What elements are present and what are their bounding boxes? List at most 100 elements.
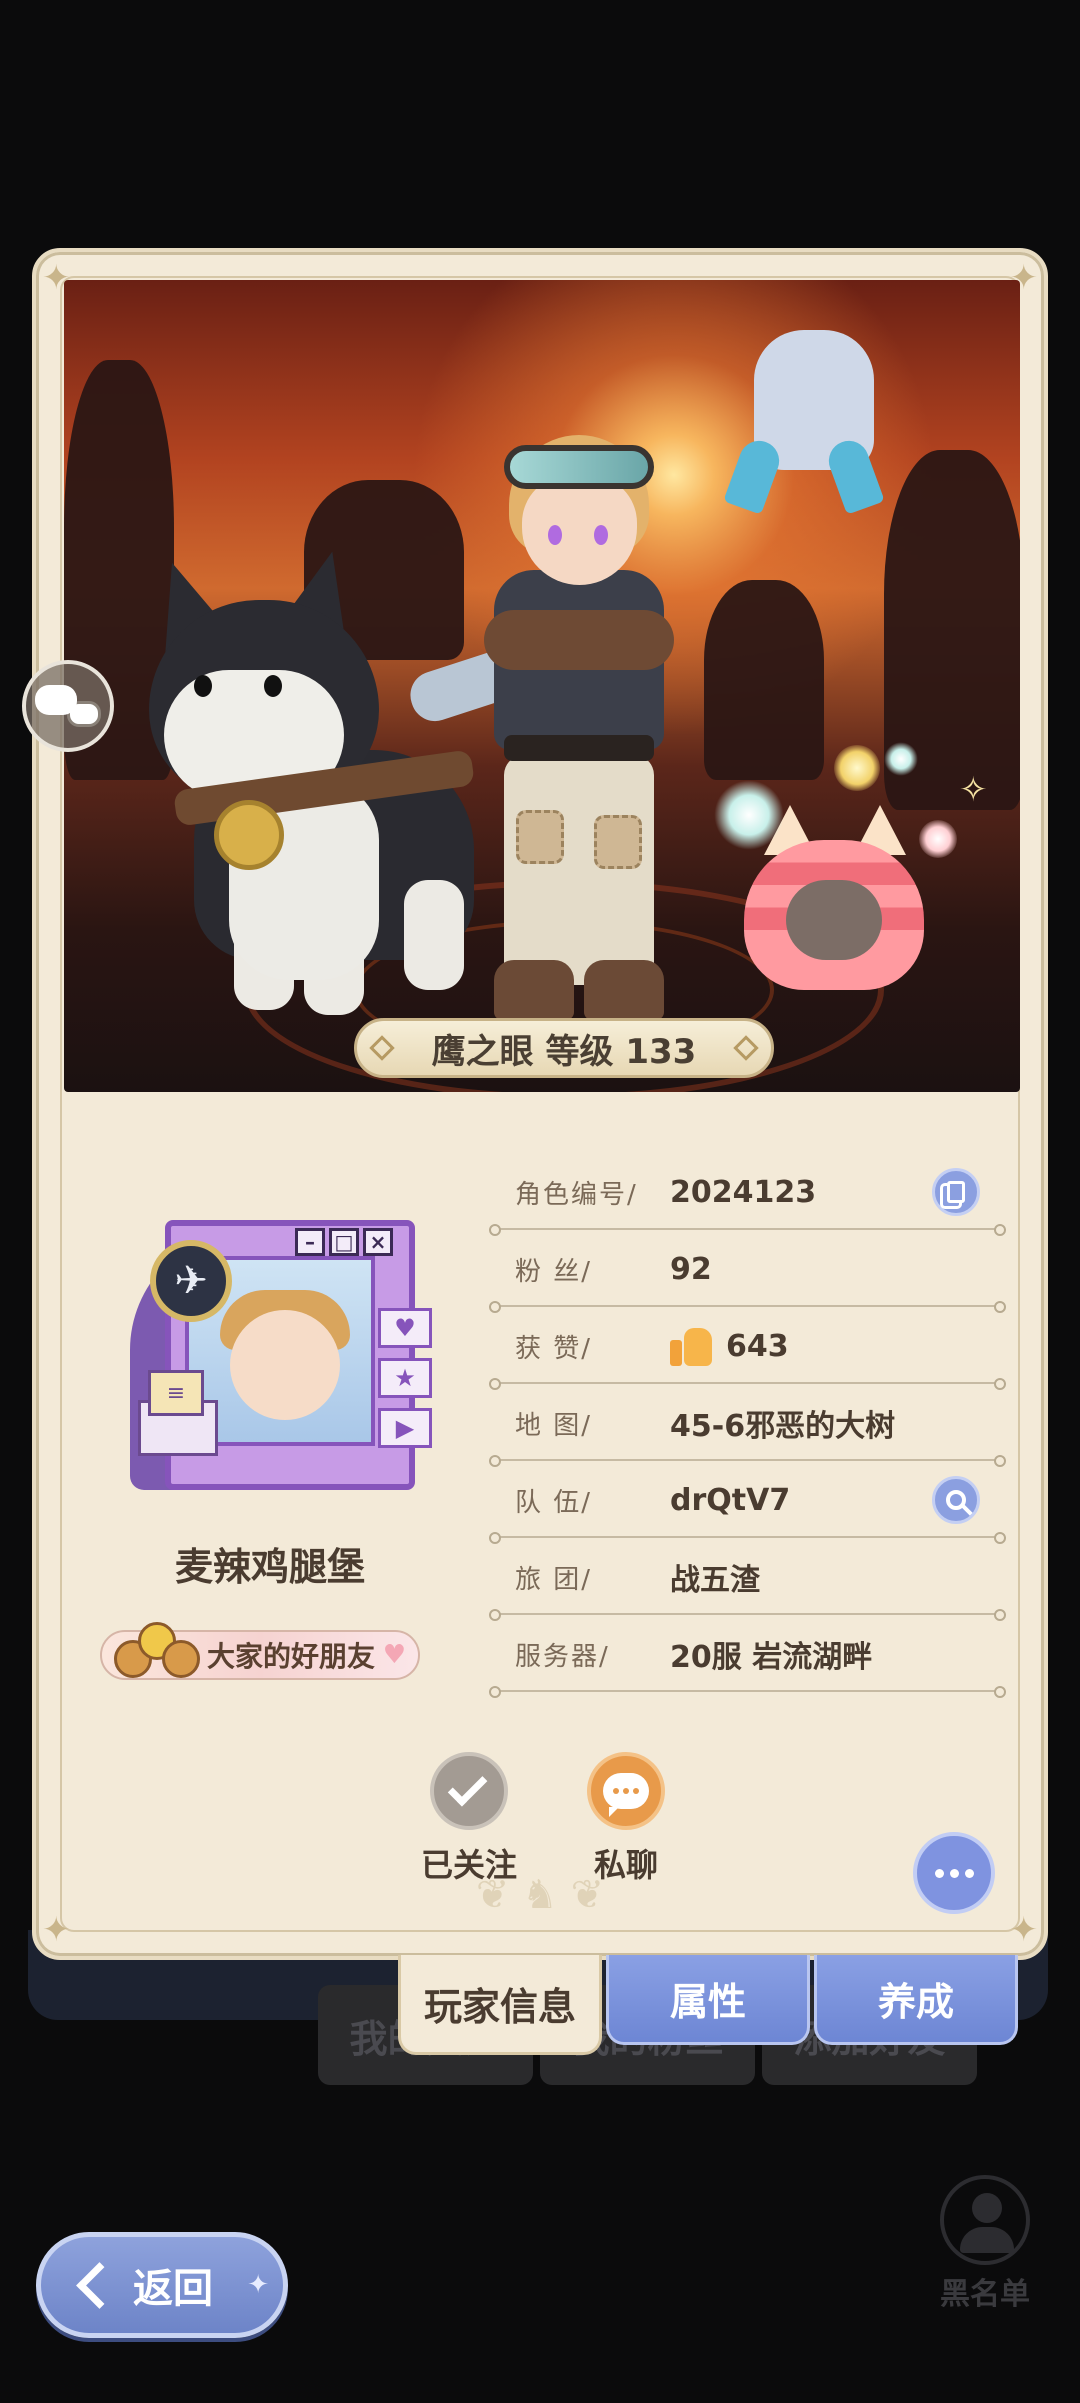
tab-attributes[interactable]: 属性 <box>606 1955 810 2045</box>
divider <box>489 1609 1006 1621</box>
chat-icon <box>603 1773 649 1817</box>
mech-claw <box>823 435 885 515</box>
cat-face <box>786 880 882 960</box>
map-value: 45-6邪恶的大树 <box>670 1409 896 1444</box>
likes-count: 643 <box>726 1328 789 1364</box>
maximize-icon: □ <box>329 1228 359 1256</box>
dot <box>934 1868 944 1878</box>
check-icon-circle <box>430 1752 508 1830</box>
info-row-guild: 旅 团/ 战五渣 <box>489 1539 1006 1621</box>
player-profile-card: ✦ ✦ ✦ ✦ ✧ 鹰之眼 等级 133 <box>32 248 1048 1960</box>
fans-value: 92 <box>670 1251 712 1287</box>
back-arrow-icon <box>71 2263 115 2307</box>
character-eye <box>594 525 608 545</box>
guild-value: 战五渣 <box>670 1563 760 1598</box>
check-icon <box>447 1766 488 1807</box>
title-level-plate: 鹰之眼 等级 133 <box>354 1018 774 1078</box>
follow-button[interactable]: 已关注 <box>409 1752 529 1886</box>
diamond-ornament-icon <box>733 1035 759 1061</box>
character-legs <box>504 755 654 985</box>
info-row-role-id: 角色编号/ 2024123 <box>489 1154 1006 1236</box>
info-row-fans: 粉 丝/ 92 <box>489 1231 1006 1313</box>
info-row-likes: 获 赞/ 643 <box>489 1308 1006 1390</box>
cat-ornament-icon: ❦ ♞ ❦ <box>475 1872 605 1918</box>
minimize-icon: – <box>295 1228 325 1256</box>
divider <box>489 1686 1006 1698</box>
close-icon: × <box>363 1228 393 1256</box>
blacklist-label: 黑名单 <box>940 2277 1030 2312</box>
window-buttons: – □ × <box>295 1228 393 1256</box>
husky-medal <box>214 800 284 870</box>
character-boot <box>584 960 664 1020</box>
rock <box>704 580 824 780</box>
husky-leg <box>404 880 464 990</box>
husky-eye <box>264 675 282 697</box>
tab-player-info[interactable]: 玩家信息 <box>398 1955 602 2055</box>
character-showcase: ✧ <box>64 280 1020 1092</box>
chat-bubble-button[interactable] <box>22 660 114 752</box>
corner-star-icon: ✦ <box>42 1910 71 1950</box>
info-label: 服务器/ <box>515 1641 610 1672</box>
player-name: 麦辣鸡腿堡 <box>174 1545 365 1589</box>
glow-orb <box>714 780 784 850</box>
bear-icon <box>162 1640 200 1678</box>
divider <box>489 1455 1006 1467</box>
glow-orb <box>919 820 957 858</box>
more-options-button[interactable] <box>913 1832 995 1914</box>
blacklist-button[interactable]: 黑名单 <box>930 2175 1040 2312</box>
bears-icon <box>108 1618 200 1682</box>
copy-button[interactable] <box>932 1168 980 1216</box>
search-icon <box>946 1490 966 1510</box>
private-chat-button[interactable]: 私聊 <box>566 1752 686 1886</box>
info-label: 角色编号/ <box>515 1179 638 1210</box>
character-eye <box>548 525 562 545</box>
role-id-value: 2024123 <box>670 1174 817 1210</box>
divider <box>489 1301 1006 1313</box>
info-label: 地 图/ <box>515 1410 593 1441</box>
corner-star-icon: ✦ <box>1009 1910 1039 1950</box>
player-avatar[interactable]: – □ × ♥ ★ ▶ ✈ ≡ <box>110 1220 432 1505</box>
title-level-text: 鹰之眼 等级 133 <box>431 1031 697 1072</box>
info-row-team: 队 伍/ drQtV7 <box>489 1462 1006 1544</box>
sparkle-icon: ✦ <box>247 2270 269 2300</box>
knee-patch <box>516 810 564 864</box>
heart-icon: ♥ <box>378 1308 432 1348</box>
glow-orb <box>834 745 880 791</box>
note-icon: ≡ <box>148 1370 204 1416</box>
info-label: 队 伍/ <box>515 1487 593 1518</box>
heart-icon: ♥ <box>382 1640 406 1670</box>
title-badge[interactable]: 大家的好朋友 ♥ <box>100 1622 420 1680</box>
character-face <box>522 475 637 585</box>
info-row-map: 地 图/ 45-6邪恶的大树 <box>489 1385 1006 1467</box>
dot <box>964 1868 974 1878</box>
info-label: 粉 丝/ <box>515 1256 593 1287</box>
divider <box>489 1378 1006 1390</box>
character-arms <box>484 610 674 670</box>
divider <box>489 1532 1006 1544</box>
info-label: 旅 团/ <box>515 1564 593 1595</box>
diamond-ornament-icon <box>369 1035 395 1061</box>
chat-icon-circle <box>587 1752 665 1830</box>
character-boot <box>494 960 574 1020</box>
search-team-button[interactable] <box>932 1476 980 1524</box>
info-label: 获 赞/ <box>515 1333 593 1364</box>
blacklist-user-icon <box>940 2175 1030 2265</box>
character-belt <box>504 735 654 761</box>
title-badge-text: 大家的好朋友 <box>207 1640 376 1673</box>
team-value: drQtV7 <box>670 1482 791 1518</box>
thumbs-up-icon <box>670 1326 714 1366</box>
play-icon: ▶ <box>378 1408 432 1448</box>
divider <box>489 1224 1006 1236</box>
dot <box>949 1868 959 1878</box>
glow-orb <box>884 742 918 776</box>
info-row-server: 服务器/ 20服 岩流湖畔 <box>489 1616 1006 1698</box>
back-label: 返回 <box>133 2266 213 2312</box>
server-value: 20服 岩流湖畔 <box>670 1640 873 1675</box>
avatar-face <box>230 1310 340 1420</box>
likes-value: 643 <box>670 1326 789 1366</box>
back-button[interactable]: 返回 ✦ <box>36 2232 288 2338</box>
character-goggles <box>504 445 654 489</box>
tab-training[interactable]: 养成 <box>814 1955 1018 2045</box>
knee-patch <box>594 815 642 869</box>
chat-bubble-icon <box>35 685 77 715</box>
